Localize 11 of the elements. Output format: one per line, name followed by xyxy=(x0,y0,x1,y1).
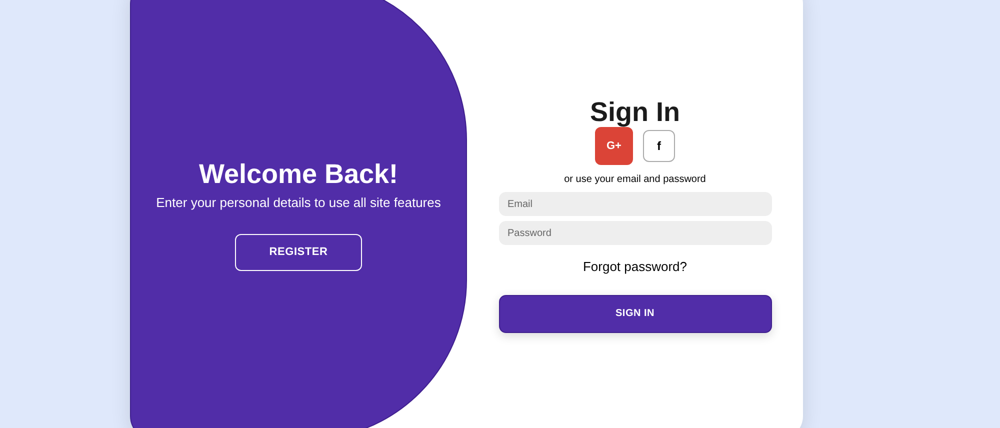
hint-text: or use your email and password xyxy=(564,173,706,187)
sign-in-button[interactable]: SIGN IN xyxy=(498,294,772,332)
forgot-password-link[interactable]: Forgot password? xyxy=(582,257,688,276)
social-button[interactable]: f xyxy=(643,130,675,162)
welcome-title: Welcome Back! xyxy=(198,158,398,190)
register-button[interactable]: REGISTER xyxy=(235,234,362,270)
social-button[interactable]: G+ xyxy=(595,127,633,165)
sign-in-title: Sign In xyxy=(590,97,680,127)
input-field[interactable]: Password xyxy=(498,221,772,245)
welcome-subtitle: Enter your personal details to use all site features xyxy=(156,194,441,212)
input-field[interactable]: Email xyxy=(498,192,772,216)
